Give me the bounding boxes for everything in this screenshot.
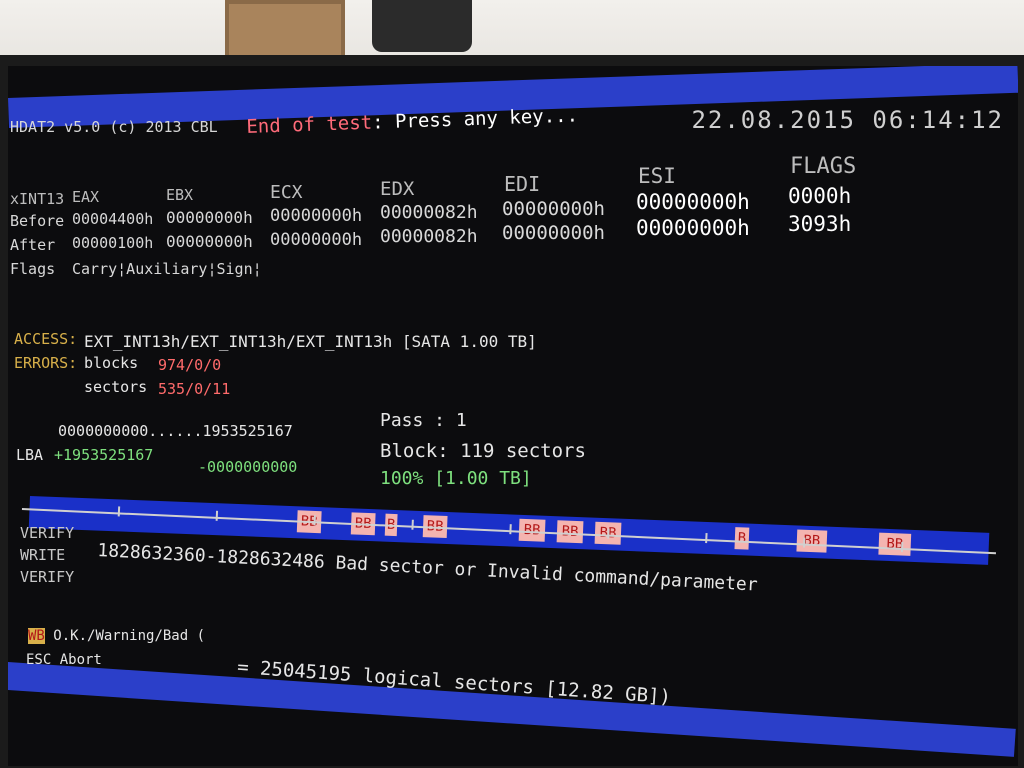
- after-esi: 00000000h: [636, 216, 750, 240]
- ruler-tick: [313, 515, 316, 526]
- after-flags: 3093h: [788, 212, 852, 236]
- errors-blocks-value: 974/0/0: [158, 356, 222, 374]
- before-esi: 00000000h: [636, 190, 750, 214]
- before-ecx: 00000000h: [270, 206, 363, 226]
- status-prefix: End of test: [246, 111, 373, 138]
- legend-text: O.K./Warning/Bad (: [53, 628, 206, 644]
- before-ebx: 00000000h: [166, 208, 253, 227]
- ruler-tick: [900, 541, 904, 553]
- reg-header-edi: EDI: [504, 172, 541, 196]
- before-label: Before: [10, 212, 65, 230]
- reg-header-int: xINT13: [10, 190, 65, 208]
- log-write: WRITE: [20, 546, 66, 564]
- before-edi: 00000000h: [502, 198, 605, 220]
- reg-header-flags: FLAGS: [790, 154, 857, 179]
- before-flags: 0000h: [788, 184, 852, 208]
- block-text: Block: 119 sectors: [380, 440, 586, 462]
- before-edx: 00000082h: [380, 202, 478, 223]
- pass-text: Pass : 1: [380, 410, 467, 431]
- ruler-tick: [117, 506, 121, 517]
- lba-minus: -0000000000: [198, 458, 298, 476]
- log-verify-2: VERIFY: [20, 568, 75, 586]
- progress-text: 100% [1.00 TB]: [380, 468, 532, 489]
- reg-header-edx: EDX: [380, 178, 415, 200]
- legend-icon: WB: [28, 628, 45, 644]
- flags-value: Carry¦Auxiliary¦Sign¦: [72, 260, 262, 278]
- after-edi: 00000000h: [502, 222, 605, 244]
- ruler-tick: [509, 524, 512, 535]
- reg-header-esi: ESI: [638, 164, 676, 188]
- after-eax: 00000100h: [72, 234, 154, 252]
- ruler-tick: [705, 533, 708, 544]
- ruler-tick: [607, 528, 610, 539]
- errors-blocks-label: blocks: [84, 354, 139, 372]
- after-ebx: 00000000h: [166, 232, 253, 251]
- legend: WB O.K./Warning/Bad (: [28, 628, 205, 644]
- esc-abort[interactable]: ESC Abort: [26, 652, 102, 668]
- clock: 22.08.2015 06:14:12: [691, 106, 1004, 134]
- after-label: After: [10, 236, 56, 254]
- log-verify-1: VERIFY: [20, 524, 75, 542]
- app-name: HDAT2 v5.0 (c) 2013 CBL: [10, 118, 218, 136]
- errors-sectors-label: sectors: [84, 378, 148, 396]
- webcam-clamp: [372, 0, 472, 52]
- access-value: EXT_INT13h/EXT_INT13h/EXT_INT13h [SATA 1…: [84, 332, 537, 351]
- flags-label: Flags: [10, 260, 56, 278]
- lba-label: LBA: [16, 446, 44, 464]
- lba-plus: +1953525167: [54, 446, 154, 464]
- reg-header-ecx: ECX: [270, 182, 303, 203]
- ruler-tick: [803, 537, 806, 548]
- terminal-screen: 22.08.2015 06:14:12 HDAT2 v5.0 (c) 2013 …: [8, 66, 1018, 766]
- before-eax: 00004400h: [72, 210, 154, 228]
- errors-sectors-value: 535/0/11: [158, 380, 231, 398]
- ruler-tick: [411, 519, 414, 530]
- picture-frame: [225, 0, 345, 60]
- after-edx: 00000082h: [380, 226, 478, 247]
- lba-range: 0000000000......1953525167: [58, 422, 293, 440]
- reg-header-eax: EAX: [72, 188, 100, 206]
- errors-label: ERRORS:: [14, 354, 78, 372]
- reg-header-ebx: EBX: [166, 186, 194, 204]
- ruler-tick: [215, 510, 219, 521]
- access-label: ACCESS:: [14, 330, 78, 348]
- after-ecx: 00000000h: [270, 230, 363, 250]
